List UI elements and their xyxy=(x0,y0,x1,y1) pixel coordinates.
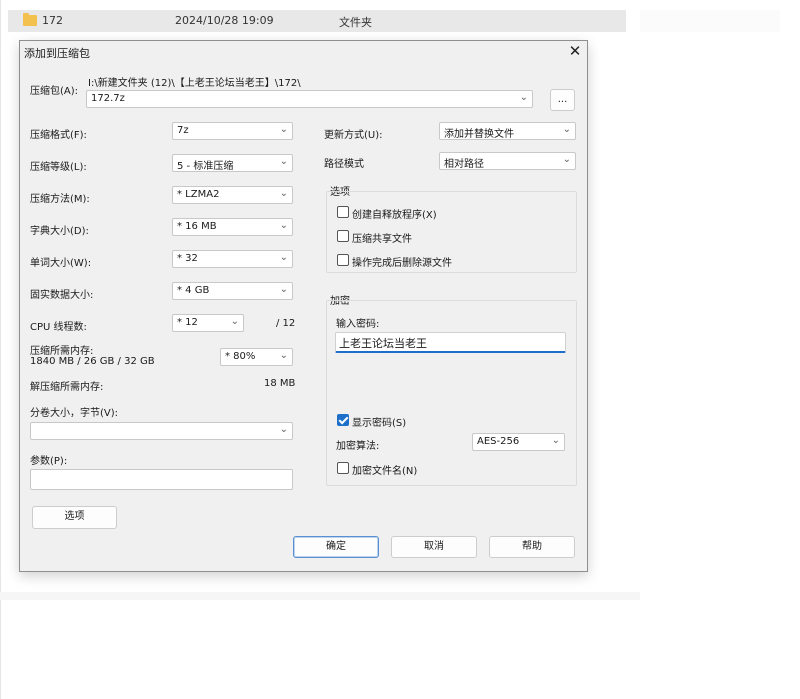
explorer-scrollbar[interactable] xyxy=(0,592,640,600)
cpu-combo[interactable]: * 12 ⌄ xyxy=(172,314,244,332)
cancel-button[interactable]: 取消 xyxy=(391,536,477,558)
decompress-memory-label: 解压缩所需内存: xyxy=(30,382,104,393)
shared-label[interactable]: 压缩共享文件 xyxy=(352,230,412,245)
level-combo[interactable]: 5 - 标准压缩 ⌄ xyxy=(172,154,293,172)
level-label: 压缩等级(L): xyxy=(30,162,87,173)
solid-label: 固实数据大小: xyxy=(30,290,94,301)
ok-button[interactable]: 确定 xyxy=(293,536,379,558)
file-row[interactable]: 172 2024/10/28 19:09 文件夹 xyxy=(8,10,626,32)
password-value: 上老王论坛当老王 xyxy=(339,337,427,350)
shared-checkbox[interactable] xyxy=(337,230,349,242)
params-label: 参数(P): xyxy=(30,456,68,467)
encryption-method-value: AES-256 xyxy=(477,436,520,447)
folder-icon xyxy=(23,13,37,26)
browse-button[interactable]: ... xyxy=(550,89,575,111)
chevron-down-icon: ⌄ xyxy=(279,188,288,199)
method-label: 压缩方法(M): xyxy=(30,194,90,205)
archive-label: 压缩包(A): xyxy=(30,86,79,97)
word-combo[interactable]: * 32 ⌄ xyxy=(172,250,293,268)
sfx-checkbox[interactable] xyxy=(337,206,349,218)
password-input[interactable]: 上老王论坛当老王 xyxy=(335,332,566,353)
solid-combo[interactable]: * 4 GB ⌄ xyxy=(172,282,293,300)
chevron-down-icon: ⌄ xyxy=(279,350,288,361)
memory-label: 压缩所需内存: xyxy=(30,346,94,357)
delete-source-checkbox[interactable] xyxy=(337,254,349,266)
dict-value: * 16 MB xyxy=(177,221,217,232)
archive-name-combo[interactable]: 172.7z ⌄ xyxy=(86,90,533,108)
decompress-memory-value: 18 MB xyxy=(264,378,296,389)
chevron-down-icon: ⌄ xyxy=(279,424,288,435)
format-label: 压缩格式(F): xyxy=(30,130,87,141)
params-input[interactable] xyxy=(30,469,293,490)
file-type: 文件夹 xyxy=(339,16,372,29)
level-value: 5 - 标准压缩 xyxy=(177,161,234,172)
solid-value: * 4 GB xyxy=(177,285,210,296)
method-value: * LZMA2 xyxy=(177,189,220,200)
memory-combo[interactable]: * 80% ⌄ xyxy=(220,348,293,366)
path-mode-combo[interactable]: 相对路径 ⌄ xyxy=(439,152,576,170)
dialog-title: 添加到压缩包 xyxy=(24,47,90,60)
chevron-down-icon: ⌄ xyxy=(279,284,288,295)
method-combo[interactable]: * LZMA2 ⌄ xyxy=(172,186,293,204)
sfx-label[interactable]: 创建自释放程序(X) xyxy=(352,206,437,221)
volume-label: 分卷大小，字节(V): xyxy=(30,408,119,419)
format-combo[interactable]: 7z ⌄ xyxy=(172,122,293,140)
options-button[interactable]: 选项 xyxy=(32,506,117,529)
file-row-extra xyxy=(640,10,780,32)
chevron-down-icon: ⌄ xyxy=(562,124,571,135)
path-mode-value: 相对路径 xyxy=(444,159,484,170)
dict-combo[interactable]: * 16 MB ⌄ xyxy=(172,218,293,236)
word-label: 单词大小(W): xyxy=(30,258,92,269)
file-date: 2024/10/28 19:09 xyxy=(175,14,274,27)
memory-value: * 80% xyxy=(225,351,256,362)
archive-path: I:\新建文件夹 (12)\【上老王论坛当老王】\172\ xyxy=(88,78,301,89)
update-combo[interactable]: 添加并替换文件 ⌄ xyxy=(439,122,576,140)
title-bar[interactable]: 添加到压缩包 ✕ xyxy=(20,41,587,63)
file-name: 172 xyxy=(42,14,63,27)
cpu-total: / 12 xyxy=(276,318,296,329)
encrypt-filenames-label[interactable]: 加密文件名(N) xyxy=(352,462,417,477)
chevron-down-icon: ⌄ xyxy=(279,252,288,263)
chevron-down-icon: ⌄ xyxy=(279,156,288,167)
encrypt-filenames-checkbox[interactable] xyxy=(337,462,349,474)
chevron-down-icon: ⌄ xyxy=(562,154,571,165)
memory-detail: 1840 MB / 26 GB / 32 GB xyxy=(30,356,155,367)
chevron-down-icon: ⌄ xyxy=(230,316,239,327)
encryption-method-label: 加密算法: xyxy=(336,441,380,452)
update-label: 更新方式(U): xyxy=(324,130,383,141)
dict-label: 字典大小(D): xyxy=(30,226,89,237)
path-mode-label: 路径模式 xyxy=(324,159,364,170)
chevron-down-icon: ⌄ xyxy=(279,124,288,135)
close-icon[interactable]: ✕ xyxy=(566,42,584,60)
chevron-down-icon: ⌄ xyxy=(279,220,288,231)
chevron-down-icon: ⌄ xyxy=(551,435,560,446)
encryption-method-combo[interactable]: AES-256 ⌄ xyxy=(472,433,565,451)
archive-name: 172.7z xyxy=(91,93,125,104)
show-password-checkbox[interactable] xyxy=(337,414,349,426)
format-value: 7z xyxy=(177,125,189,136)
show-password-label[interactable]: 显示密码(S) xyxy=(352,414,406,429)
password-label: 输入密码: xyxy=(336,319,380,330)
update-value: 添加并替换文件 xyxy=(444,129,514,140)
word-value: * 32 xyxy=(177,253,198,264)
chevron-down-icon[interactable]: ⌄ xyxy=(520,92,528,103)
cpu-value: * 12 xyxy=(177,317,198,328)
delete-source-label[interactable]: 操作完成后删除源文件 xyxy=(352,254,452,269)
help-button[interactable]: 帮助 xyxy=(489,536,575,558)
cpu-label: CPU 线程数: xyxy=(30,322,87,333)
volume-combo[interactable]: ⌄ xyxy=(30,422,293,440)
add-to-archive-dialog: 添加到压缩包 ✕ 压缩包(A): I:\新建文件夹 (12)\【上老王论坛当老王… xyxy=(19,40,588,572)
